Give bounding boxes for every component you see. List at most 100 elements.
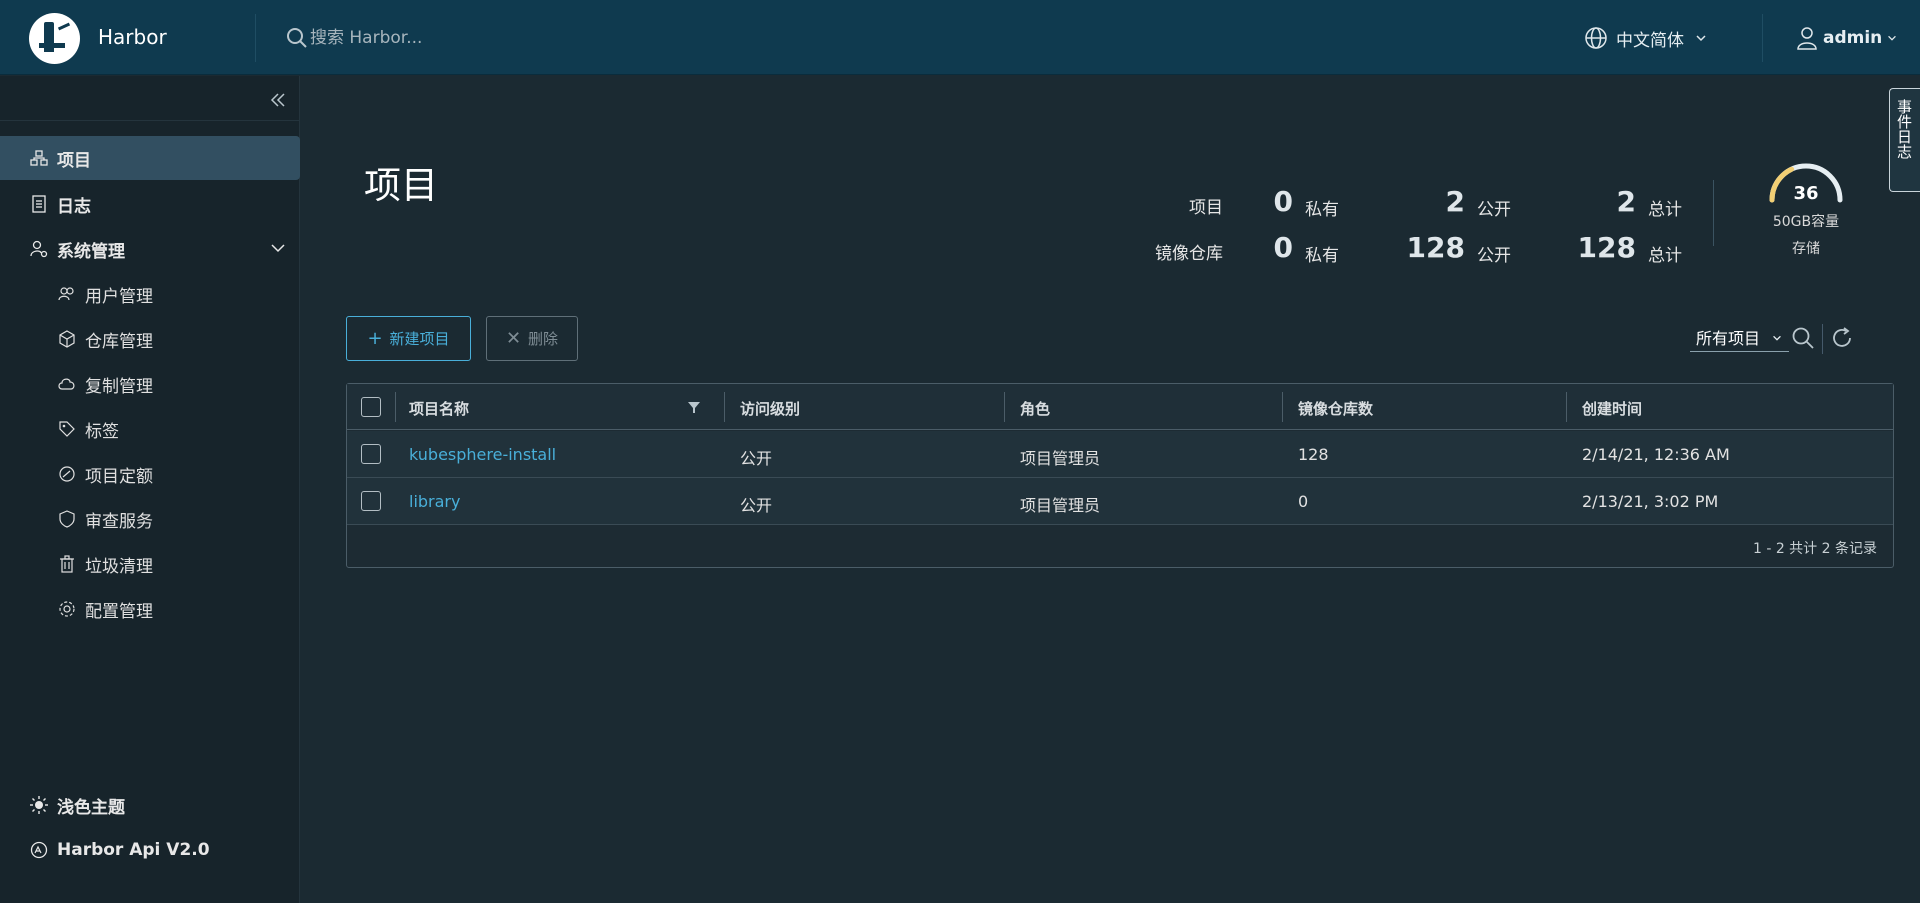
sidebar-item-gc[interactable]: 垃圾清理 <box>0 542 300 586</box>
stat-public-label: 公开 <box>1477 200 1511 220</box>
stats-divider <box>1713 180 1714 246</box>
language-selector[interactable]: 中文简体 <box>1584 24 1708 52</box>
close-icon: ✕ <box>505 328 522 349</box>
column-divider <box>1566 392 1567 422</box>
stat-projects-private: 0 <box>1273 185 1293 218</box>
top-header: Harbor 中文简体 admin <box>0 0 1920 75</box>
access-level: 公开 <box>740 449 773 468</box>
sidebar-item-label: 配置管理 <box>85 601 153 622</box>
collapse-sidebar-icon[interactable] <box>268 90 288 110</box>
project-filter-select[interactable]: 所有项目 <box>1690 322 1789 352</box>
stat-public-label: 公开 <box>1477 246 1511 266</box>
column-divider <box>1004 392 1005 422</box>
sidebar-item-replication[interactable]: 复制管理 <box>0 362 300 406</box>
column-divider <box>395 392 396 422</box>
repo-count: 0 <box>1298 492 1309 511</box>
header-divider <box>255 14 256 62</box>
sidebar-item-admin[interactable]: 系统管理 <box>0 227 300 271</box>
event-log-tab[interactable]: 事件日志 <box>1889 88 1920 192</box>
api-icon <box>30 841 48 859</box>
row-checkbox[interactable] <box>361 444 381 464</box>
chevron-down-icon <box>1773 335 1781 341</box>
repo-count: 128 <box>1298 445 1329 464</box>
theme-toggle[interactable]: 浅色主题 <box>0 785 300 825</box>
user-icon <box>1797 27 1817 50</box>
refresh-icon[interactable] <box>1830 326 1854 350</box>
storage-percent: 36 <box>1793 183 1819 204</box>
sidebar-item-label: 仓库管理 <box>85 331 153 352</box>
access-level: 公开 <box>740 496 773 515</box>
new-project-button[interactable]: + 新建项目 <box>346 316 471 361</box>
column-header-name[interactable]: 项目名称 <box>409 398 469 419</box>
project-name-link[interactable]: library <box>409 492 460 511</box>
sidebar-item-label: 垃圾清理 <box>85 556 153 577</box>
table-row[interactable]: library 公开 项目管理员 0 2/13/21, 3:02 PM <box>347 478 1893 525</box>
project-filter-value: 所有项目 <box>1696 328 1761 348</box>
globe-icon <box>1585 27 1607 49</box>
brand-name[interactable]: Harbor <box>98 25 167 49</box>
user-menu[interactable]: admin <box>1795 24 1898 52</box>
search-icon[interactable] <box>1791 326 1815 350</box>
table-header: 项目名称 访问级别 角色 镜像仓库数 创建时间 <box>347 384 1893 430</box>
table-row[interactable]: kubesphere-install 公开 项目管理员 128 2/14/21,… <box>347 431 1893 478</box>
stat-repos-total: 128 <box>1577 231 1636 264</box>
filter-icon[interactable] <box>687 400 701 414</box>
event-log-label: 事件日志 <box>1895 99 1913 159</box>
sidebar-item-logs[interactable]: 日志 <box>0 182 300 226</box>
role: 项目管理员 <box>1020 449 1101 468</box>
harbor-logo[interactable] <box>29 13 80 64</box>
column-header-created[interactable]: 创建时间 <box>1582 398 1642 419</box>
sidebar-item-projects[interactable]: 项目 <box>0 136 300 180</box>
project-icon <box>30 150 48 166</box>
gear-icon <box>59 601 75 617</box>
select-all-checkbox[interactable] <box>361 397 381 417</box>
tag-icon <box>59 421 75 437</box>
new-project-label: 新建项目 <box>389 330 450 348</box>
table-footer: 1 - 2 共计 2 条记录 <box>347 526 1893 567</box>
admin-icon <box>30 240 48 258</box>
sidebar-item-label: 用户管理 <box>85 286 153 307</box>
role: 项目管理员 <box>1020 496 1101 515</box>
stat-projects-public: 2 <box>1445 185 1465 218</box>
chevron-down-icon <box>271 244 285 253</box>
column-header-role[interactable]: 角色 <box>1020 398 1050 419</box>
api-label: Harbor Api V2.0 <box>57 840 210 860</box>
sidebar-item-config[interactable]: 配置管理 <box>0 587 300 631</box>
stat-private-label: 私有 <box>1305 246 1339 266</box>
api-link[interactable]: Harbor Api V2.0 <box>0 830 300 870</box>
projects-table: 项目名称 访问级别 角色 镜像仓库数 创建时间 kubesphere-insta… <box>346 383 1894 568</box>
sidebar-item-labels[interactable]: 标签 <box>0 407 300 451</box>
stat-repos-private: 0 <box>1273 231 1293 264</box>
plus-icon: + <box>367 328 383 349</box>
pagination-summary: 1 - 2 共计 2 条记录 <box>1752 541 1877 557</box>
chevron-down-icon <box>1888 35 1897 41</box>
sidebar: 项目 日志 系统管理 用户管理 仓库管理 复制管理 标签 项目定额 审查服务 垃… <box>0 76 300 903</box>
sidebar-item-quotas[interactable]: 项目定额 <box>0 452 300 496</box>
search-icon[interactable] <box>286 27 308 49</box>
sidebar-item-label: 项目定额 <box>85 466 153 487</box>
sidebar-item-label: 系统管理 <box>57 241 125 262</box>
stat-total-label: 总计 <box>1648 246 1682 266</box>
storage-capacity: 50GB容量 <box>1772 214 1840 230</box>
page-title: 项目 <box>364 164 438 207</box>
sun-icon <box>30 796 48 814</box>
column-header-repo-count[interactable]: 镜像仓库数 <box>1298 398 1373 419</box>
trash-icon <box>60 555 74 573</box>
toolbar-divider <box>1822 324 1823 354</box>
delete-label: 删除 <box>528 330 559 348</box>
sidebar-item-label: 标签 <box>85 421 119 442</box>
delete-button[interactable]: ✕ 删除 <box>486 316 578 361</box>
stat-private-label: 私有 <box>1305 200 1339 220</box>
column-divider <box>724 392 725 422</box>
language-label: 中文简体 <box>1616 30 1684 51</box>
creation-time: 2/14/21, 12:36 AM <box>1582 445 1730 464</box>
sidebar-item-label: 日志 <box>57 196 91 217</box>
sidebar-item-interrogation[interactable]: 审查服务 <box>0 497 300 541</box>
chevron-down-icon <box>1696 35 1706 42</box>
row-checkbox[interactable] <box>361 491 381 511</box>
search-input[interactable] <box>310 24 710 52</box>
project-name-link[interactable]: kubesphere-install <box>409 445 556 464</box>
sidebar-item-users[interactable]: 用户管理 <box>0 272 300 316</box>
sidebar-item-registries[interactable]: 仓库管理 <box>0 317 300 361</box>
column-header-access[interactable]: 访问级别 <box>740 398 800 419</box>
